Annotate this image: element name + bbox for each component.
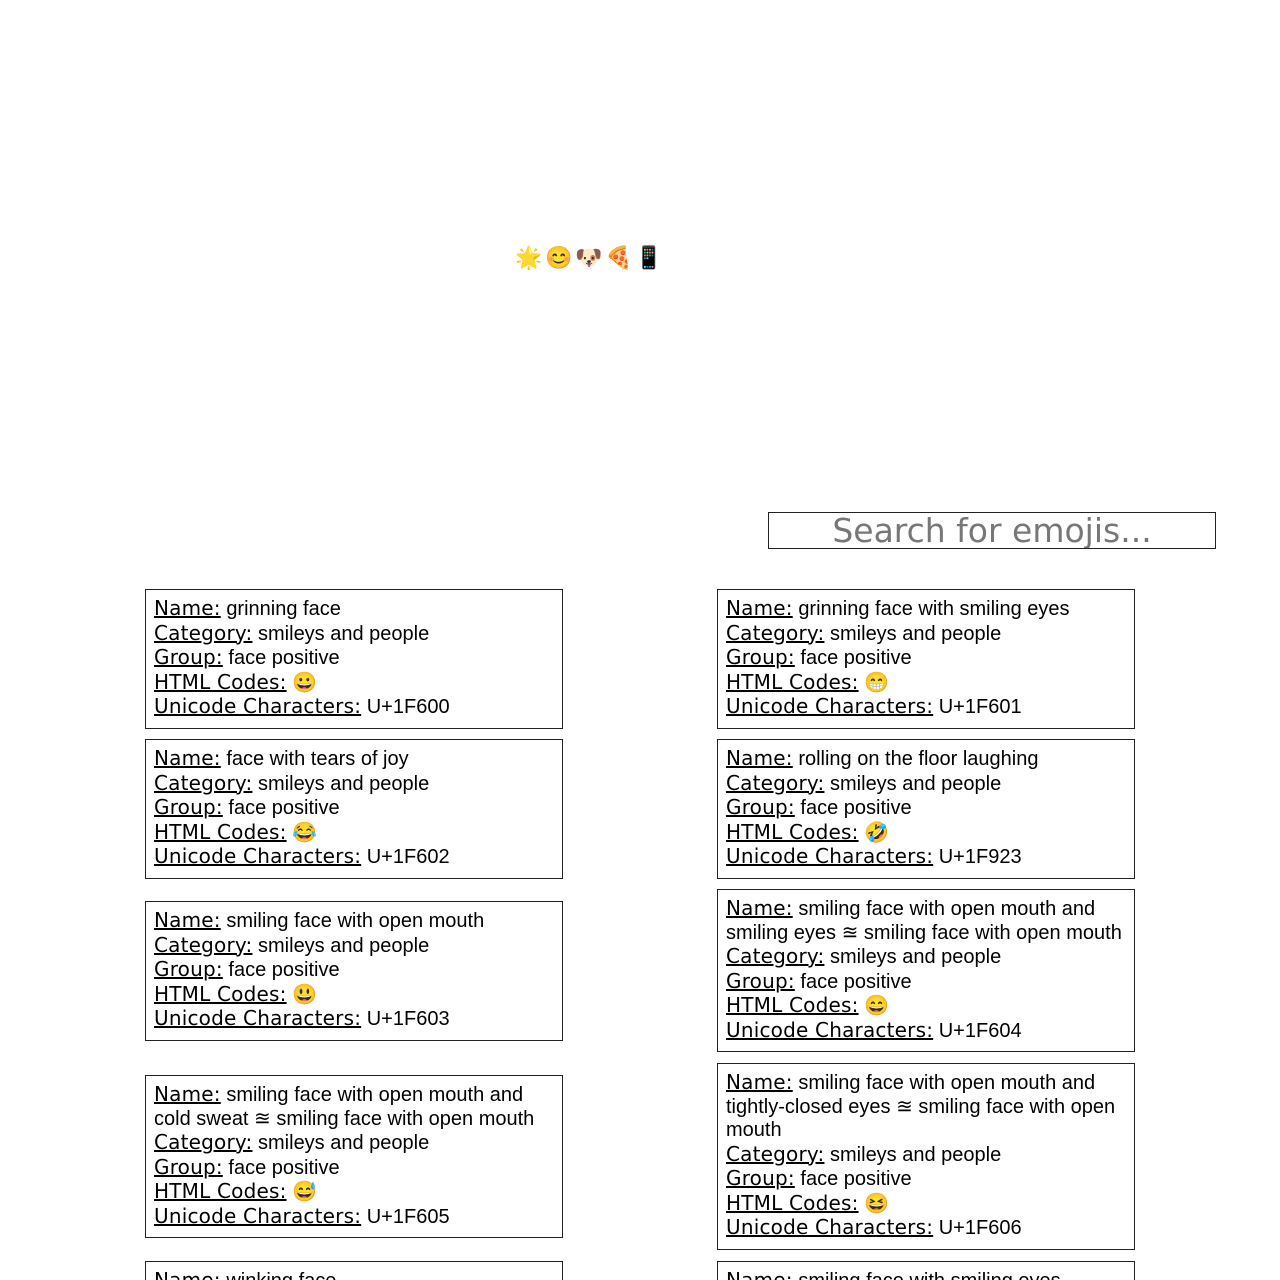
name-label: Name: bbox=[154, 1268, 221, 1280]
emoji-card: Name: grinning face with smiling eyes Ca… bbox=[717, 589, 1135, 729]
emoji-category: smileys and people bbox=[830, 946, 1002, 968]
emoji-group: face positive bbox=[228, 959, 340, 981]
name-label: Name: bbox=[726, 896, 793, 920]
group-label: Group: bbox=[726, 968, 795, 993]
search-input[interactable] bbox=[768, 512, 1216, 549]
name-label: Name: bbox=[154, 596, 221, 620]
dog-face-icon: 🐶 bbox=[575, 245, 603, 270]
group-label: Group: bbox=[154, 957, 223, 981]
emoji-category: smileys and people bbox=[258, 1132, 430, 1154]
emoji-finder-page: 🌟😊🐶🍕📱 Name: grinning face Category: smil… bbox=[0, 0, 1280, 1280]
emoji-unicode: U+1F604 bbox=[938, 1019, 1022, 1042]
group-label: Group: bbox=[154, 795, 223, 819]
group-label: Group: bbox=[726, 795, 795, 819]
group-label: Group: bbox=[726, 645, 795, 669]
emoji-category: smileys and people bbox=[830, 772, 1002, 795]
emoji-card: Name: winking face bbox=[145, 1261, 563, 1280]
unicode-label: Unicode Characters: bbox=[726, 694, 934, 718]
name-label: Name: bbox=[726, 1070, 793, 1094]
emoji-unicode: U+1F606 bbox=[938, 1217, 1022, 1239]
emoji-unicode: U+1F601 bbox=[938, 696, 1022, 718]
laughing-icon: 😆 bbox=[864, 1192, 890, 1215]
name-label: Name: bbox=[154, 746, 221, 770]
emoji-card: Name: smiling face with smiling eyes bbox=[717, 1261, 1135, 1280]
emoji-name: smiling face with open mouth bbox=[226, 910, 485, 932]
emoji-group: face positive bbox=[800, 1168, 912, 1190]
name-label: Name: bbox=[154, 908, 221, 932]
unicode-label: Unicode Characters: bbox=[726, 1215, 934, 1239]
smile-icon: 😄 bbox=[864, 995, 890, 1017]
category-label: Category: bbox=[154, 1130, 253, 1154]
emoji-name: smiling face with smiling eyes bbox=[798, 1270, 1060, 1280]
cold-sweat-smile-icon: 😅 bbox=[292, 1181, 318, 1203]
emoji-name: grinning face with smiling eyes bbox=[798, 598, 1070, 620]
name-label: Name: bbox=[726, 746, 793, 770]
emoji-category: smileys and people bbox=[258, 622, 430, 645]
unicode-label: Unicode Characters: bbox=[154, 694, 362, 718]
group-label: Group: bbox=[726, 1166, 795, 1190]
smiling-face-icon: 😊 bbox=[545, 245, 573, 270]
category-label: Category: bbox=[154, 770, 253, 795]
emoji-group: face positive bbox=[800, 970, 912, 993]
tears-of-joy-icon: 😂 bbox=[292, 821, 318, 844]
glowing-star-icon: 🌟 bbox=[515, 245, 543, 270]
grin-smiling-eyes-icon: 😁 bbox=[864, 671, 890, 694]
unicode-label: Unicode Characters: bbox=[154, 844, 362, 868]
emoji-group: face positive bbox=[800, 647, 912, 669]
emoji-card: Name: smiling face with open mouth and c… bbox=[145, 1075, 563, 1238]
html-codes-label: HTML Codes: bbox=[154, 1179, 287, 1203]
emoji-unicode: U+1F600 bbox=[366, 696, 450, 718]
emoji-card: Name: smiling face with open mouth and s… bbox=[717, 889, 1135, 1052]
html-codes-label: HTML Codes: bbox=[726, 669, 859, 694]
name-label: Name: bbox=[154, 1082, 221, 1106]
emoji-card: Name: grinning face Category: smileys an… bbox=[145, 589, 563, 729]
name-label: Name: bbox=[726, 596, 793, 620]
emoji-category: smileys and people bbox=[258, 934, 430, 957]
emoji-category: smileys and people bbox=[830, 622, 1002, 645]
emoji-category: smileys and people bbox=[830, 1143, 1002, 1166]
emoji-card: Name: rolling on the floor laughing Cate… bbox=[717, 739, 1135, 879]
category-label: Category: bbox=[726, 1141, 825, 1166]
unicode-label: Unicode Characters: bbox=[726, 844, 934, 868]
category-label: Category: bbox=[154, 620, 253, 645]
emoji-unicode: U+1F923 bbox=[938, 846, 1022, 868]
emoji-card: Name: face with tears of joy Category: s… bbox=[145, 739, 563, 879]
emoji-unicode: U+1F602 bbox=[366, 846, 450, 868]
emoji-name: rolling on the floor laughing bbox=[798, 748, 1039, 770]
emoji-card: Name: smiling face with open mouth Categ… bbox=[145, 901, 563, 1041]
html-codes-label: HTML Codes: bbox=[154, 819, 287, 844]
unicode-label: Unicode Characters: bbox=[154, 1006, 362, 1030]
smiley-open-mouth-icon: 😃 bbox=[292, 983, 318, 1006]
html-codes-label: HTML Codes: bbox=[154, 981, 287, 1006]
emoji-unicode: U+1F605 bbox=[366, 1205, 450, 1228]
emoji-banner: 🌟 😊 🐶 🍕 📱 bbox=[514, 242, 664, 274]
category-label: Category: bbox=[726, 620, 825, 645]
name-label: Name: bbox=[726, 1268, 793, 1280]
html-codes-label: HTML Codes: bbox=[726, 1190, 859, 1215]
grinning-face-icon: 😀 bbox=[292, 671, 318, 694]
emoji-card: Name: smiling face with open mouth and t… bbox=[717, 1063, 1135, 1250]
mobile-phone-icon: 📱 bbox=[635, 245, 663, 270]
emoji-group: face positive bbox=[228, 1156, 340, 1179]
html-codes-label: HTML Codes: bbox=[154, 669, 287, 694]
pizza-icon: 🍕 bbox=[605, 245, 633, 270]
group-label: Group: bbox=[154, 645, 223, 669]
html-codes-label: HTML Codes: bbox=[726, 993, 859, 1017]
emoji-unicode: U+1F603 bbox=[366, 1008, 450, 1030]
unicode-label: Unicode Characters: bbox=[726, 1017, 934, 1042]
emoji-name: face with tears of joy bbox=[226, 748, 409, 770]
emoji-name: winking face bbox=[226, 1270, 336, 1280]
category-label: Category: bbox=[726, 944, 825, 968]
category-label: Category: bbox=[154, 932, 253, 957]
rofl-icon: 🤣 bbox=[864, 821, 890, 844]
emoji-group: face positive bbox=[800, 797, 912, 819]
html-codes-label: HTML Codes: bbox=[726, 819, 859, 844]
unicode-label: Unicode Characters: bbox=[154, 1203, 362, 1228]
emoji-group: face positive bbox=[228, 797, 340, 819]
emoji-group: face positive bbox=[228, 647, 340, 669]
category-label: Category: bbox=[726, 770, 825, 795]
emoji-category: smileys and people bbox=[258, 772, 430, 795]
group-label: Group: bbox=[154, 1154, 223, 1179]
emoji-name: grinning face bbox=[226, 598, 341, 620]
